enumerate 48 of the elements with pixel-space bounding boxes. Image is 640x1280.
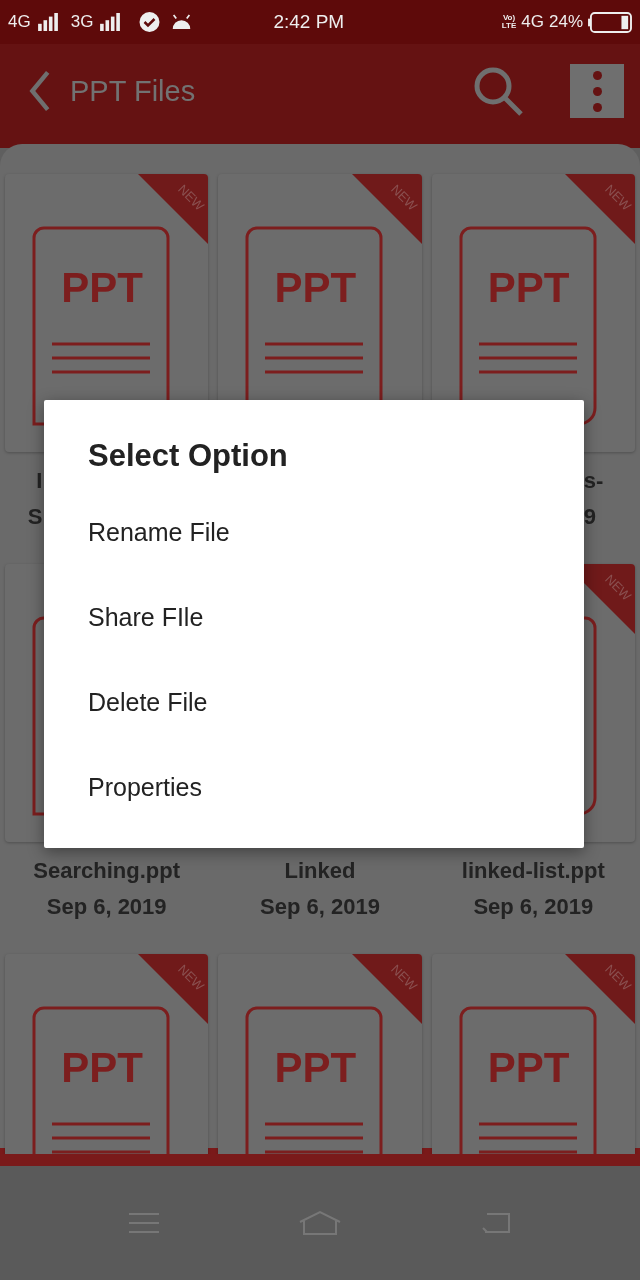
file-type-label: PPT xyxy=(60,264,144,312)
menu-option[interactable]: Delete File xyxy=(88,688,208,717)
check-circle-icon xyxy=(139,12,161,32)
more-menu-button[interactable] xyxy=(570,64,624,118)
corner-ribbon xyxy=(351,174,422,244)
clock: 2:42 PM xyxy=(273,11,345,33)
corner-ribbon xyxy=(138,954,209,1024)
document-icon xyxy=(245,1006,386,1154)
battery-icon xyxy=(588,11,632,33)
file-date: 9 xyxy=(583,504,596,530)
file-name: Linked xyxy=(284,858,356,884)
file-name: s- xyxy=(583,468,604,494)
corner-ribbon xyxy=(565,174,635,244)
network-label: 4G xyxy=(521,12,544,32)
signal-icon xyxy=(98,13,123,31)
document-icon xyxy=(32,1006,172,1154)
corner-ribbon xyxy=(565,954,635,1024)
menu-option[interactable]: Properties xyxy=(88,773,202,802)
network-label: 4G xyxy=(8,12,31,32)
file-date: S xyxy=(27,504,43,530)
android-icon xyxy=(171,12,193,32)
screen-title: PPT Files xyxy=(70,74,196,108)
file-type-label: PPT xyxy=(273,1044,358,1092)
file-date: Sep 6, 2019 xyxy=(46,894,167,920)
search-icon[interactable] xyxy=(472,65,524,117)
signal-icon xyxy=(35,13,60,31)
menu-option[interactable]: Share FIle xyxy=(88,603,204,632)
file-name: Searching.ppt xyxy=(33,858,180,884)
file-type-label: PPT xyxy=(273,264,358,312)
volte-label: Vo) xyxy=(502,14,516,22)
menu-option[interactable]: Rename File xyxy=(88,518,230,547)
document-icon xyxy=(458,1006,599,1154)
back-icon[interactable] xyxy=(480,1211,511,1235)
battery-percent: 24% xyxy=(548,12,583,32)
file-name: I xyxy=(36,468,43,494)
file-date: Sep 6, 2019 xyxy=(260,894,380,920)
file-name: linked-list.ppt xyxy=(461,858,605,884)
file-type-label: PPT xyxy=(486,264,571,312)
back-icon[interactable] xyxy=(28,69,52,113)
corner-ribbon xyxy=(138,174,209,244)
home-icon[interactable] xyxy=(298,1210,342,1236)
file-type-label: PPT xyxy=(60,1044,144,1092)
file-date: Sep 6, 2019 xyxy=(473,894,594,920)
file-type-label: PPT xyxy=(486,1044,571,1092)
corner-ribbon xyxy=(351,954,422,1024)
network-label: 3G xyxy=(70,12,94,32)
volte-label: LTE xyxy=(501,22,517,30)
menu-icon[interactable] xyxy=(129,1211,160,1235)
